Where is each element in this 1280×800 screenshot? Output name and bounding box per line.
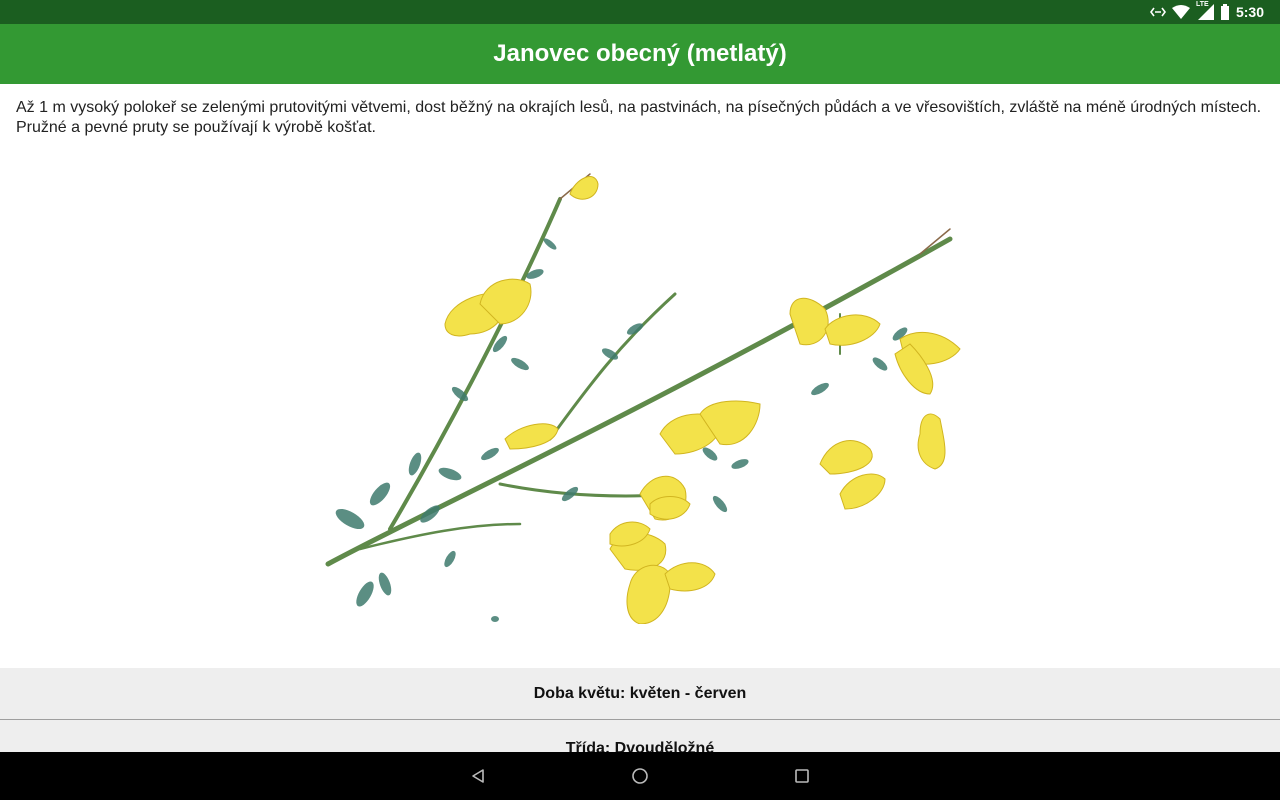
battery-icon xyxy=(1220,4,1229,20)
wifi-icon xyxy=(1171,5,1190,19)
plant-class-row: Třída: Dvouděložné xyxy=(0,720,1280,752)
content-scroll[interactable]: Až 1 m vysoký polokeř se zelenými prutov… xyxy=(0,84,1280,752)
back-button[interactable] xyxy=(466,764,490,788)
data-transfer-icon xyxy=(1149,7,1166,17)
bloom-time-row: Doba květu: květen - červen xyxy=(0,668,1280,720)
back-icon xyxy=(472,769,484,783)
navigation-bar xyxy=(0,752,1280,800)
status-icons: LTE 5:30 xyxy=(1149,0,1264,24)
plant-description: Až 1 m vysoký polokeř se zelenými prutov… xyxy=(16,99,1262,136)
home-icon xyxy=(632,768,648,784)
plant-class-label: Třída: Dvouděložné xyxy=(565,740,715,752)
signal-icon: LTE xyxy=(1196,1,1214,20)
home-button[interactable] xyxy=(628,764,652,788)
bloom-time-label: Doba květu: květen - červen xyxy=(533,684,747,702)
flowers xyxy=(444,176,961,624)
status-time: 5:30 xyxy=(1235,4,1264,20)
recents-icon xyxy=(795,769,809,783)
app-bar: Janovec obecný (metlatý) xyxy=(0,24,1280,84)
recents-button[interactable] xyxy=(790,764,814,788)
page-title: Janovec obecný (metlatý) xyxy=(493,40,787,67)
status-bar: LTE 5:30 xyxy=(0,0,1280,24)
plant-illustration xyxy=(325,173,961,624)
